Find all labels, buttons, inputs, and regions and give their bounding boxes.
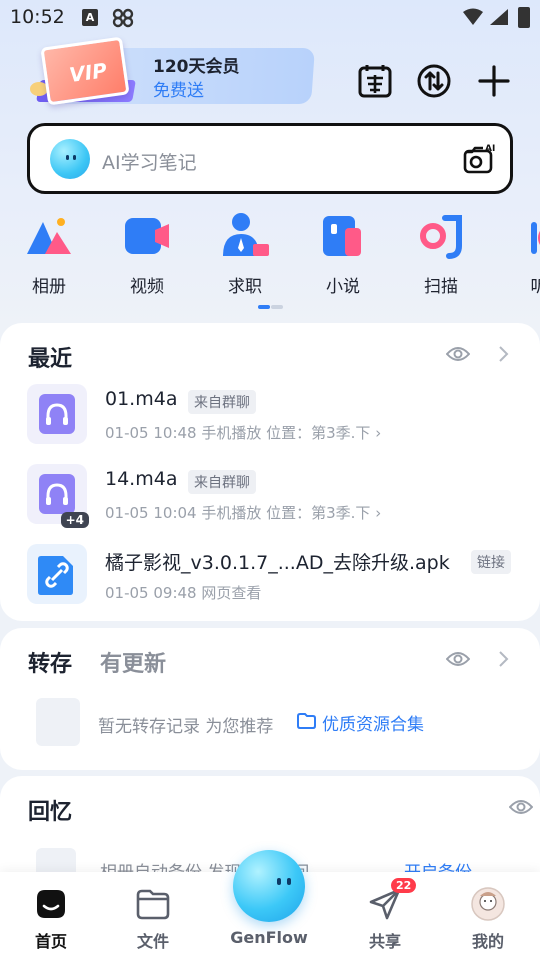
quick-label: 小说 xyxy=(326,277,360,297)
transfer-subtitle: 有更新 xyxy=(100,652,167,677)
eye-icon[interactable] xyxy=(509,798,533,816)
chevron-right-icon[interactable] xyxy=(497,650,511,668)
transfer-empty-text: 暂无转存记录 为您推荐 xyxy=(98,717,274,737)
page-indicator xyxy=(271,305,283,309)
quick-item-album[interactable]: 相册 xyxy=(9,210,89,297)
recent-card: 最近 01.m4a 来自群聊 01-05 10:48 手机播放 位置：第3季.下… xyxy=(0,323,540,621)
paper-plane-icon: 22 xyxy=(367,878,417,922)
nav-home[interactable]: 首页 xyxy=(11,872,91,960)
vip-title: 120天会员 xyxy=(153,57,240,77)
recent-file-row[interactable]: +4 14.m4a 来自群聊 01-05 10:04 手机播放 位置：第3季.下… xyxy=(0,464,540,530)
svg-text:AI: AI xyxy=(485,144,495,154)
ai-assistant-icon xyxy=(50,139,90,179)
novel-icon xyxy=(317,210,369,262)
status-time: 10:52 xyxy=(10,6,65,28)
genflow-assistant-button[interactable] xyxy=(233,850,305,922)
file-name: 01.m4a xyxy=(105,388,178,410)
home-icon xyxy=(33,886,69,922)
folder-icon xyxy=(135,886,171,922)
extra-count-badge: +4 xyxy=(60,512,89,528)
nav-label: 我的 xyxy=(471,932,504,951)
audio-file-icon: +4 xyxy=(27,464,89,528)
search-placeholder: AI学习笔记 xyxy=(102,152,197,174)
vip-ticket-icon: VIP xyxy=(40,36,130,106)
file-name: 14.m4a xyxy=(105,468,178,490)
folder-icon xyxy=(297,713,316,729)
nav-label: 首页 xyxy=(34,932,67,951)
recent-file-row[interactable]: 01.m4a 来自群聊 01-05 10:48 手机播放 位置：第3季.下 › xyxy=(0,384,540,450)
job-icon xyxy=(219,210,271,262)
nav-me[interactable]: 我的 xyxy=(448,872,528,960)
eye-icon[interactable] xyxy=(446,650,470,668)
video-icon xyxy=(121,210,173,262)
quick-item-job[interactable]: 求职 xyxy=(205,210,285,297)
transfer-card: 转存 有更新 暂无转存记录 为您推荐 优质资源合集 xyxy=(0,628,540,770)
chevron-right-icon[interactable] xyxy=(497,345,511,363)
share-badge: 22 xyxy=(391,878,417,893)
cloud-sync-icon xyxy=(112,8,134,28)
file-meta: 01-05 10:48 手机播放 位置：第3季.下 › xyxy=(105,424,382,442)
vip-badge-text: VIP xyxy=(67,58,109,88)
listen-icon xyxy=(513,210,540,262)
nav-files[interactable]: 文件 xyxy=(113,872,193,960)
wifi-icon xyxy=(463,8,483,25)
file-source-tag: 链接 xyxy=(471,550,511,574)
battery-icon xyxy=(518,7,530,28)
add-button[interactable] xyxy=(475,62,513,100)
recent-title: 最近 xyxy=(28,347,73,372)
vip-subtitle: 免费送 xyxy=(153,81,204,101)
transfer-title: 转存 xyxy=(28,652,73,677)
audio-file-icon xyxy=(27,384,87,444)
album-icon xyxy=(23,210,75,262)
transfer-button[interactable] xyxy=(415,62,453,100)
empty-folder-icon xyxy=(36,698,80,746)
status-bar: 10:52 A xyxy=(0,0,540,36)
ai-search-bar[interactable]: AI学习笔记 AI xyxy=(27,123,513,194)
nav-label: 文件 xyxy=(136,932,169,951)
nav-label: 共享 xyxy=(368,932,401,951)
plus-icon xyxy=(478,65,510,97)
signal-icon xyxy=(490,9,508,25)
accessibility-icon: A xyxy=(82,9,98,26)
scan-icon xyxy=(415,210,467,262)
nav-share[interactable]: 22 共享 xyxy=(345,872,425,960)
calendar-sign-icon xyxy=(358,65,392,98)
file-meta: 01-05 10:04 手机播放 位置：第3季.下 › xyxy=(105,504,382,522)
eye-icon[interactable] xyxy=(446,345,470,363)
vip-promo-banner[interactable]: VIP 120天会员 免费送 xyxy=(30,36,315,108)
quick-item-novel[interactable]: 小说 xyxy=(303,210,383,297)
quick-item-video[interactable]: 视频 xyxy=(107,210,187,297)
genflow-label: GenFlow xyxy=(230,928,308,947)
transfer-icon xyxy=(417,64,451,98)
quick-item-scan[interactable]: 扫描 xyxy=(401,210,481,297)
quick-label: 听 xyxy=(530,277,540,297)
sign-in-button[interactable] xyxy=(356,62,394,100)
file-source-tag: 来自群聊 xyxy=(188,390,256,414)
file-meta: 01-05 09:48 网页查看 xyxy=(105,584,262,602)
quick-label: 视频 xyxy=(130,277,164,297)
recent-file-row[interactable]: 橘子影视_v3.0.1.7_...AD_去除升级.apk 链接 01-05 09… xyxy=(0,544,540,610)
quick-label: 扫描 xyxy=(424,277,458,297)
avatar xyxy=(470,886,506,922)
page-indicator-active xyxy=(258,305,270,309)
file-name: 橘子影视_v3.0.1.7_...AD_去除升级.apk xyxy=(105,552,450,574)
quick-label: 相册 xyxy=(32,277,66,297)
recommended-collection-link[interactable]: 优质资源合集 xyxy=(322,710,424,735)
link-file-icon xyxy=(27,544,87,604)
quick-access-row: 相册 视频 求职 小说 扫描 听 xyxy=(0,210,540,300)
memory-title: 回忆 xyxy=(28,800,73,825)
ai-camera-icon[interactable]: AI xyxy=(462,142,496,176)
file-source-tag: 来自群聊 xyxy=(188,470,256,494)
quick-item-listen[interactable]: 听 xyxy=(499,210,540,297)
quick-label: 求职 xyxy=(228,277,262,297)
